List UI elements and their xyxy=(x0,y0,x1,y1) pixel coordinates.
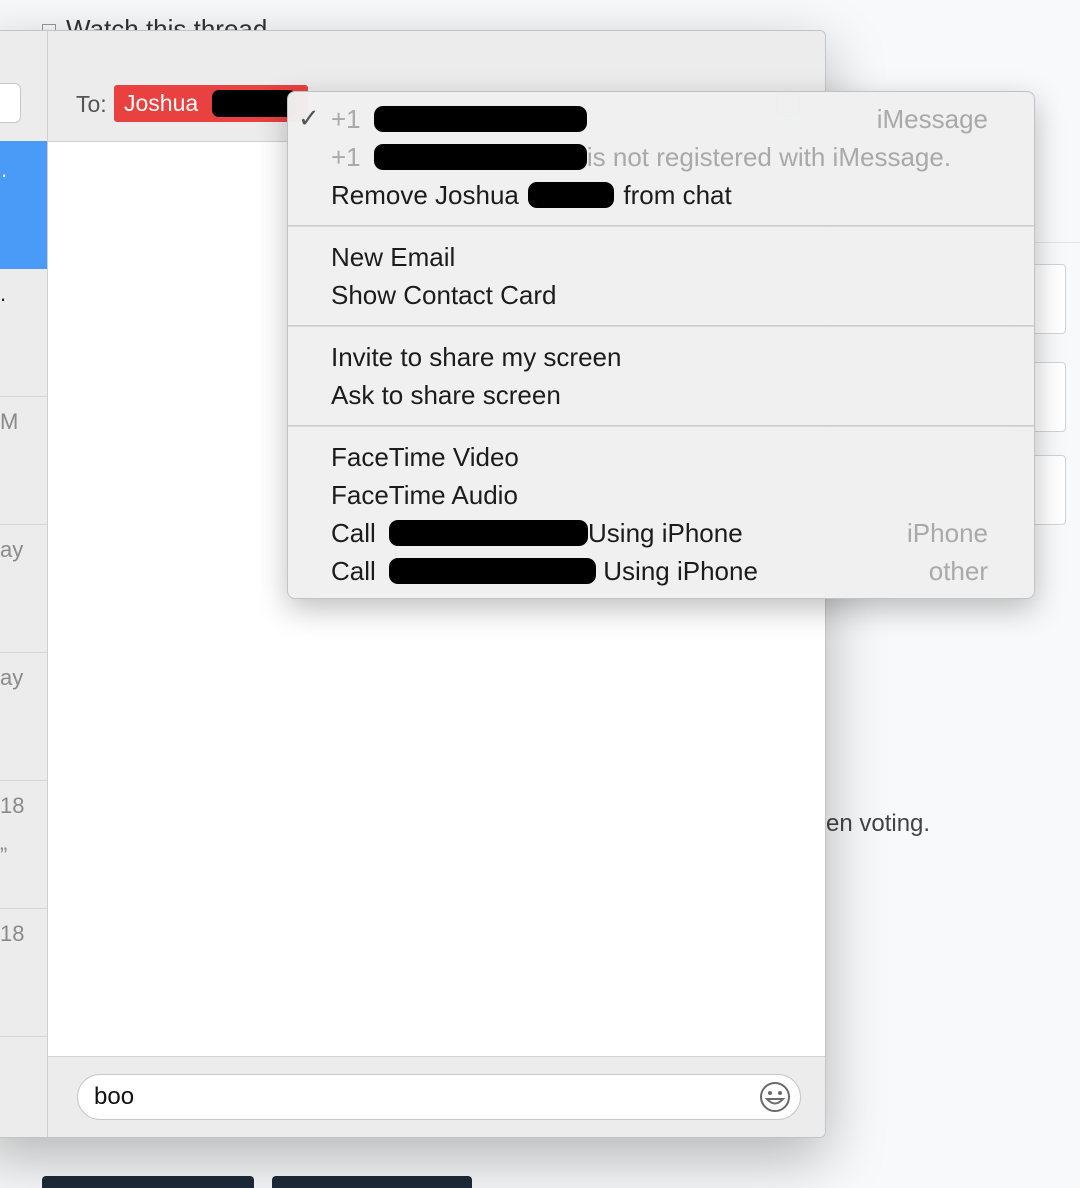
row-dot: . xyxy=(1,157,8,182)
row-time: . xyxy=(0,281,7,306)
menu-item-sms-address[interactable]: +1 is not registered with iMessage. xyxy=(331,138,951,176)
row-time: M xyxy=(0,409,19,434)
bg-voting-text: en voting. xyxy=(826,810,931,837)
menu-item-label: Using iPhone xyxy=(588,518,743,548)
smiley-icon[interactable] xyxy=(759,1081,791,1113)
redaction-bar xyxy=(528,182,615,208)
phone-prefix: +1 xyxy=(331,104,361,134)
menu-item-imessage-address[interactable]: +1 xyxy=(331,100,587,138)
conversation-row-selected[interactable]: . xyxy=(0,141,47,269)
row-time: 18 xyxy=(0,921,25,946)
row-time: 18 xyxy=(0,793,25,818)
menu-item-ask-share-screen[interactable]: Ask to share screen xyxy=(331,376,561,414)
redaction-bar xyxy=(389,558,597,584)
menu-item-show-contact-card[interactable]: Show Contact Card xyxy=(331,276,556,314)
redaction-bar xyxy=(389,520,589,546)
redaction-bar xyxy=(373,106,587,132)
menu-separator xyxy=(288,425,1034,427)
message-input[interactable]: boo xyxy=(77,1074,801,1120)
conversation-row[interactable]: 18 xyxy=(0,909,47,1037)
recipient-name: Joshua xyxy=(124,90,199,116)
not-registered-text: is not registered with iMessage. xyxy=(586,142,952,172)
recipient-chip[interactable]: Joshua xyxy=(114,85,308,122)
menu-item-remove-from-chat[interactable]: Remove Joshua from chat xyxy=(331,176,732,214)
conversation-row[interactable]: ay xyxy=(0,525,47,653)
bg-button[interactable] xyxy=(42,1176,254,1188)
phone-type-label: iPhone xyxy=(907,518,988,548)
menu-item-label: from chat xyxy=(623,180,732,210)
menu-item-label: Call xyxy=(331,556,376,586)
menu-item-facetime-video[interactable]: FaceTime Video xyxy=(331,438,519,476)
bg-button[interactable] xyxy=(272,1176,472,1188)
redaction-bar xyxy=(373,144,587,170)
menu-item-label: Remove Joshua xyxy=(331,180,519,210)
menu-item-facetime-audio[interactable]: FaceTime Audio xyxy=(331,476,518,514)
conversation-row[interactable]: 18 ” xyxy=(0,781,47,909)
sidebar-search-field[interactable] xyxy=(0,83,21,123)
row-time: ay xyxy=(0,665,24,690)
menu-item-call-other[interactable]: Call Using iPhone xyxy=(331,552,758,590)
message-input-text: boo xyxy=(94,1083,135,1110)
conversation-row[interactable]: ay xyxy=(0,653,47,781)
menu-separator xyxy=(288,325,1034,327)
menu-item-label: Using iPhone xyxy=(603,556,758,586)
menu-item-invite-share-screen[interactable]: Invite to share my screen xyxy=(331,338,621,376)
conversation-row[interactable]: . xyxy=(0,269,47,397)
to-label: To: xyxy=(76,91,107,117)
phone-type-label: other xyxy=(928,556,988,586)
row-time: ay xyxy=(0,537,24,562)
menu-separator xyxy=(288,225,1034,227)
conversation-sidebar: . . M ay ay 18 ” 18 xyxy=(0,31,48,1137)
compose-bar: boo xyxy=(48,1056,825,1137)
redaction-bar xyxy=(212,90,296,117)
menu-item-label: Call xyxy=(331,518,376,548)
service-label: iMessage xyxy=(876,104,988,134)
conversation-row[interactable]: M xyxy=(0,397,47,525)
phone-prefix: +1 xyxy=(331,142,361,172)
menu-item-call-iphone[interactable]: Call Using iPhone xyxy=(331,514,743,552)
checkmark-icon: ✓ xyxy=(298,103,320,133)
menu-item-new-email[interactable]: New Email xyxy=(331,238,455,276)
row-snippet: ” xyxy=(0,843,8,868)
recipient-context-menu: ✓ +1 iMessage +1 is not registered with … xyxy=(287,91,1035,599)
